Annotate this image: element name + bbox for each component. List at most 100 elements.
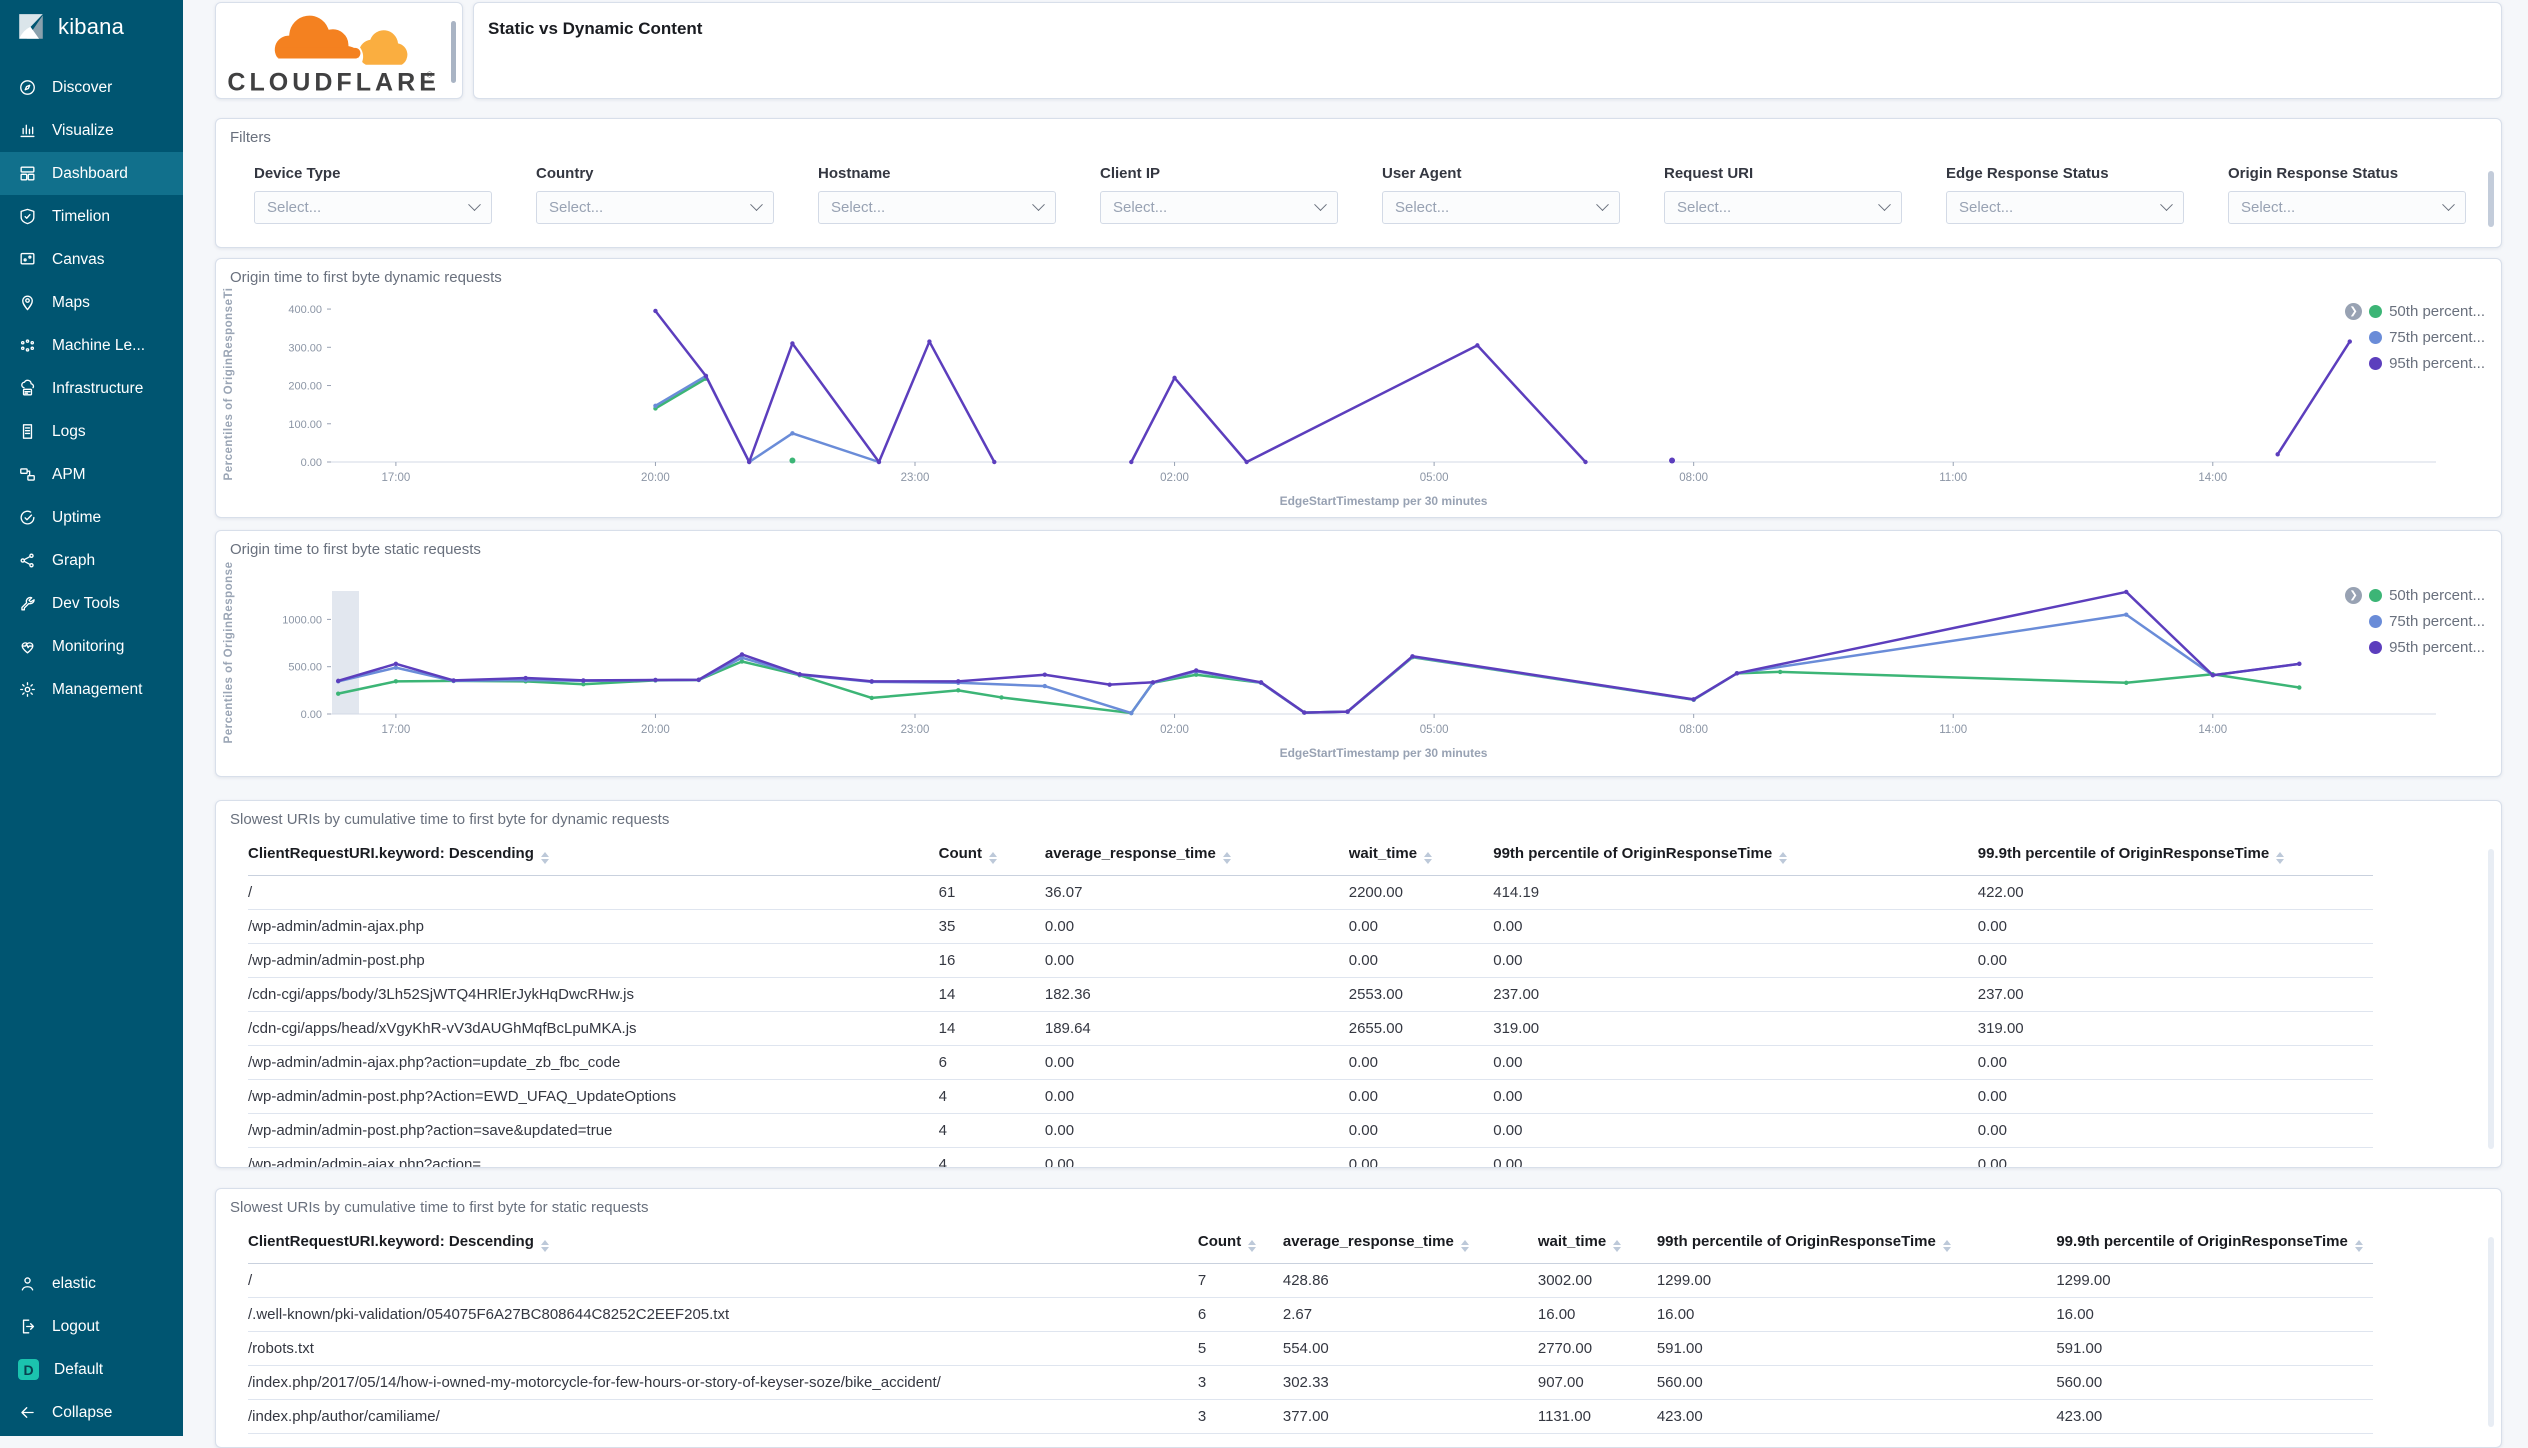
data-point [653, 403, 658, 408]
column-header-count[interactable]: Count [938, 834, 1045, 876]
sidebar-item-discover[interactable]: Discover [0, 66, 183, 109]
table-cell: /wp-admin/admin-post.php?action=save&upd… [248, 1113, 939, 1148]
table-row: /cdn-cgi/apps/body/3Lh52SjWTQ4HRlErJykHq… [248, 977, 2373, 1012]
data-point [1345, 709, 1350, 714]
data-point [1150, 680, 1156, 685]
y-axis-title: Percentiles of OriginResponseTi [223, 288, 235, 481]
sidebar-item-graph[interactable]: Graph [0, 539, 183, 582]
table-scrollbar[interactable] [2488, 1237, 2494, 1427]
data-point [1042, 672, 1047, 677]
x-tick-label: 14:00 [2198, 724, 2227, 736]
sidebar-footer: elastic Logout D Default Collapse [0, 1262, 183, 1436]
column-header-99th-percentile-of-originresponsetime[interactable]: 99th percentile of OriginResponseTime [1656, 1222, 2057, 1264]
filter-select-user-agent[interactable]: Select... [1382, 191, 1620, 224]
legend-item-75th-percent[interactable]: 75th percent... [2342, 329, 2485, 346]
sort-icon [1424, 852, 1433, 864]
chart-panel-dynamic-requests: Origin time to first byte dynamic reques… [215, 258, 2502, 518]
legend-item-95th-percent[interactable]: 95th percent... [2342, 639, 2485, 656]
data-point [797, 672, 802, 677]
table-cell: 61 [938, 875, 1045, 910]
chevron-down-icon [2160, 198, 2173, 212]
column-header-99-9th-percentile-of-originresponsetime[interactable]: 99.9th percentile of OriginResponseTime [1977, 834, 2373, 876]
sidebar-item-dashboard[interactable]: Dashboard [0, 152, 183, 195]
sidebar-item-machine-le[interactable]: Machine Le... [0, 324, 183, 367]
table-cell: 2.67 [1282, 1297, 1538, 1332]
sidebar-item-visualize[interactable]: Visualize [0, 109, 183, 152]
table-cell: 237.00 [1493, 977, 1978, 1012]
x-tick-label: 02:00 [1160, 472, 1189, 484]
table-cell: 14 [938, 1011, 1045, 1046]
sidebar-item-canvas[interactable]: Canvas [0, 238, 183, 281]
filter-select-country[interactable]: Select... [536, 191, 774, 224]
logs-icon [22, 424, 33, 439]
filter-select-origin-response-status[interactable]: Select... [2228, 191, 2466, 224]
sidebar-item-collapse[interactable]: Collapse [0, 1391, 183, 1434]
sidebar-item-default[interactable]: D Default [0, 1348, 183, 1391]
sidebar-item-apm[interactable]: APM [0, 453, 183, 496]
legend-label: 95th percent... [2389, 639, 2485, 656]
legend-item-95th-percent[interactable]: 95th percent... [2342, 355, 2485, 372]
legend-expand-icon[interactable]: ❯ [2345, 587, 2363, 604]
filters-panel-scrollbar[interactable] [2488, 171, 2494, 227]
logo-panel-scrollbar[interactable] [451, 21, 456, 83]
table-cell: /cdn-cgi/apps/body/3Lh52SjWTQ4HRlErJykHq… [248, 977, 939, 1012]
legend-expand-icon[interactable]: ❯ [2345, 303, 2363, 320]
column-header-average-response-time[interactable]: average_response_time [1282, 1222, 1538, 1264]
table-cell: /index.php/author/camiliame/ [248, 1399, 1198, 1434]
chevron-down-icon [1032, 198, 1045, 212]
sidebar-item-dev-tools[interactable]: Dev Tools [0, 582, 183, 625]
select-placeholder: Select... [1395, 199, 1450, 216]
filter-select-device-type[interactable]: Select... [254, 191, 492, 224]
sidebar-item-maps[interactable]: Maps [0, 281, 183, 324]
data-point [1302, 710, 1307, 715]
filter-select-edge-response-status[interactable]: Select... [1946, 191, 2184, 224]
legend-label: 95th percent... [2389, 355, 2485, 372]
column-header-clientrequesturi-keyword-descending[interactable]: ClientRequestURI.keyword: Descending [248, 834, 939, 876]
column-header-99th-percentile-of-originresponsetime[interactable]: 99th percentile of OriginResponseTime [1493, 834, 1978, 876]
monitoring-icon [21, 642, 34, 654]
sidebar-item-elastic[interactable]: elastic [0, 1262, 183, 1305]
cloudflare-logo-text: CLOUDFLARE [227, 69, 440, 97]
table-cell: 36.07 [1044, 875, 1349, 910]
chart-panel-static-requests: Origin time to first byte static request… [215, 530, 2502, 777]
sort-icon [1779, 852, 1788, 864]
column-header-clientrequesturi-keyword-descending[interactable]: ClientRequestURI.keyword: Descending [248, 1222, 1198, 1264]
table-cell: 0.00 [1044, 1079, 1349, 1114]
table-cell: 0.00 [1493, 1045, 1978, 1080]
table-cell: 0.00 [1348, 1147, 1494, 1167]
table-row: /index.php/2017/05/14/how-i-owned-my-mot… [248, 1365, 2373, 1400]
sidebar-item-logout[interactable]: Logout [0, 1305, 183, 1348]
column-header-count[interactable]: Count [1197, 1222, 1283, 1264]
apm-icon [20, 468, 35, 481]
sidebar-item-logs[interactable]: Logs [0, 410, 183, 453]
chevron-down-icon [2442, 198, 2455, 212]
data-point [1734, 671, 1740, 676]
table-cell: 3 [1197, 1365, 1283, 1400]
sidebar-item-timelion[interactable]: Timelion [0, 195, 183, 238]
sidebar-item-monitoring[interactable]: Monitoring [0, 625, 183, 668]
filter-select-hostname[interactable]: Select... [818, 191, 1056, 224]
filter-field-client-ip: Client IP Select... [1100, 165, 1338, 224]
table-scrollbar[interactable] [2488, 849, 2494, 1149]
table-cell: 414.19 [1493, 875, 1978, 910]
legend-item-50th-percent[interactable]: ❯ 50th percent... [2342, 587, 2485, 604]
sidebar-item-uptime[interactable]: Uptime [0, 496, 183, 539]
sidebar-item-infrastructure[interactable]: Infrastructure [0, 367, 183, 410]
column-header-wait-time[interactable]: wait_time [1348, 834, 1494, 876]
legend-item-75th-percent[interactable]: 75th percent... [2342, 613, 2485, 630]
y-tick-label: 200.00 [288, 381, 322, 393]
data-point [2275, 452, 2280, 457]
dashboard-icon [20, 166, 35, 181]
filter-select-client-ip[interactable]: Select... [1100, 191, 1338, 224]
table-cell: 319.00 [1977, 1011, 2373, 1046]
sidebar-item-management[interactable]: Management [0, 668, 183, 711]
table-cell: 0.00 [1493, 1113, 1978, 1148]
legend-item-50th-percent[interactable]: ❯ 50th percent... [2342, 303, 2485, 320]
table-cell: 0.00 [1977, 1045, 2373, 1080]
sidebar-item-label: Visualize [52, 121, 114, 139]
filter-select-request-uri[interactable]: Select... [1664, 191, 1902, 224]
table-cell: 4 [938, 1113, 1045, 1148]
column-header-wait-time[interactable]: wait_time [1537, 1222, 1657, 1264]
column-header-average-response-time[interactable]: average_response_time [1044, 834, 1349, 876]
column-header-99-9th-percentile-of-originresponsetime[interactable]: 99.9th percentile of OriginResponseTime [2056, 1222, 2373, 1264]
